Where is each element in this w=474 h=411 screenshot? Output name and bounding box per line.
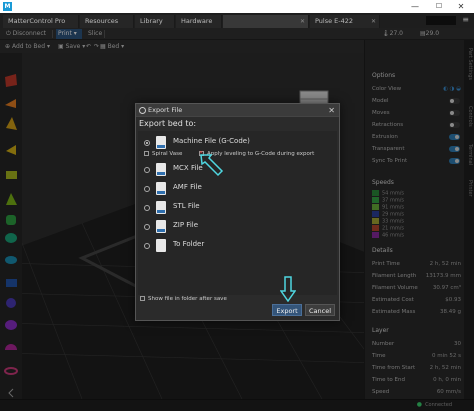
option-label: Machine File (G-Code) — [173, 137, 250, 145]
close-window-button[interactable]: ✕ — [450, 0, 472, 13]
option-folder[interactable]: To Folder — [138, 237, 337, 255]
tab-hardware[interactable]: Hardware — [176, 15, 222, 28]
hamburger-menu-icon[interactable]: ≡ — [462, 15, 469, 24]
tab-close-icon[interactable]: ✕ — [300, 15, 305, 28]
title-bar: M — ☐ ✕ — [0, 0, 474, 13]
minimize-button[interactable]: — — [404, 0, 426, 13]
export-file-dialog: Export File ✕ Export bed to: Machine Fil… — [135, 103, 340, 321]
tab-resources[interactable]: Resources — [80, 15, 134, 28]
annotation-arrow-export — [280, 276, 296, 302]
option-stl[interactable]: STL File — [138, 199, 337, 217]
export-options-list: Machine File (G-Code) Spiral Vase Apply … — [138, 131, 337, 295]
radio-button[interactable] — [144, 186, 150, 192]
option-amf[interactable]: AMF File — [138, 180, 337, 198]
option-label: AMF File — [173, 183, 202, 191]
tab-label: Hardware — [181, 17, 213, 25]
radio-button[interactable] — [144, 205, 150, 211]
radio-button[interactable] — [144, 167, 150, 173]
option-label: STL File — [173, 202, 200, 210]
option-zip[interactable]: ZIP File — [138, 218, 337, 236]
maximize-button[interactable]: ☐ — [428, 0, 450, 13]
tab-pulse-printer[interactable]: Pulse E-422 ✕ — [310, 15, 380, 28]
tab-bar: MatterControl Pro Resources Library Hard… — [0, 13, 474, 28]
show-in-folder-checkbox[interactable]: Show file in folder after save — [140, 295, 227, 303]
spiral-vase-checkbox[interactable]: Spiral Vase — [144, 150, 182, 158]
app-logo-icon: M — [3, 2, 12, 11]
tab-label: Library — [140, 17, 163, 25]
file-icon — [156, 201, 166, 214]
tab-label: Pulse E-422 — [315, 17, 354, 25]
app-window: M — ☐ ✕ MatterControl Pro Resources Libr… — [0, 0, 474, 411]
option-label: To Folder — [173, 240, 205, 248]
close-icon[interactable]: ✕ — [328, 104, 335, 117]
option-mcx[interactable]: MCX File — [138, 161, 337, 179]
tab-label: MatterControl Pro — [8, 17, 66, 25]
checkbox-label: Show file in folder after save — [148, 296, 227, 302]
file-icon — [156, 182, 166, 195]
tab-mattercontrol[interactable]: MatterControl Pro — [3, 15, 79, 28]
radio-button[interactable] — [144, 140, 150, 146]
app-logo-icon — [139, 107, 146, 114]
checkbox-label: Spiral Vase — [152, 151, 183, 157]
dialog-title-bar: Export File ✕ — [136, 104, 339, 117]
tab-label: Resources — [85, 17, 119, 25]
file-icon — [156, 220, 166, 233]
option-label: ZIP File — [173, 221, 199, 229]
search-input[interactable] — [426, 16, 456, 25]
cancel-button[interactable]: Cancel — [305, 304, 335, 316]
folder-icon — [156, 239, 166, 252]
annotation-arrow-checkbox — [200, 154, 224, 177]
checkbox[interactable] — [140, 296, 145, 301]
radio-button[interactable] — [144, 243, 150, 249]
file-icon — [156, 136, 166, 149]
checkbox[interactable] — [144, 151, 149, 156]
dialog-heading: Export bed to: — [139, 119, 197, 128]
tab-library[interactable]: Library — [135, 15, 175, 28]
export-button[interactable]: Export — [272, 304, 302, 316]
dialog-title: Export File — [148, 106, 183, 114]
tab-close-icon[interactable]: ✕ — [371, 15, 376, 28]
radio-button[interactable] — [144, 224, 150, 230]
file-icon — [156, 163, 166, 176]
tab-active-printer[interactable]: ✕ — [223, 15, 309, 28]
